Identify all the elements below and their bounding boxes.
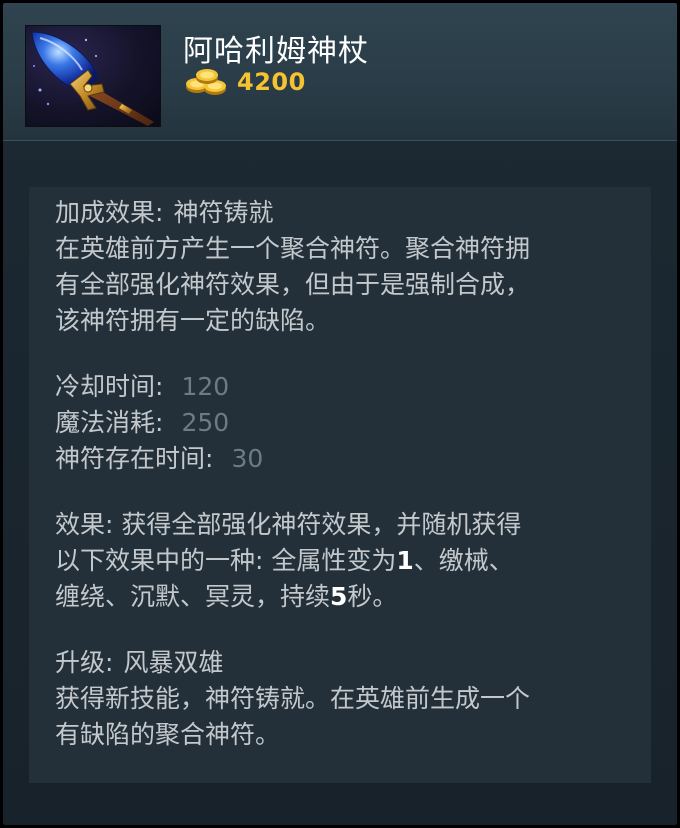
effect-line: 缠绕、沉默、冥灵，持续5秒。 xyxy=(55,579,645,615)
effect-highlight-number: 5 xyxy=(330,582,348,611)
description-panel: 加成效果: 神符铸就 在英雄前方产生一个聚合神符。聚合神符拥 有全部强化神符效果，… xyxy=(29,187,651,783)
bonus-heading: 加成效果: 神符铸就 xyxy=(55,195,645,231)
stat-row-rune-duration: 神符存在时间: 30 xyxy=(55,441,645,477)
gold-coins-icon xyxy=(183,67,231,97)
stat-row-cooldown: 冷却时间: 120 xyxy=(55,369,645,405)
bonus-desc-line: 在英雄前方产生一个聚合神符。聚合神符拥 xyxy=(55,234,531,263)
stat-value: 120 xyxy=(181,372,230,401)
effect-text: 以下效果中的一种: 全属性变为 xyxy=(55,546,397,575)
item-cost-value: 4200 xyxy=(237,68,306,96)
effect-text: 缠绕、沉默、冥灵，持续 xyxy=(55,582,331,611)
stat-label: 冷却时间: xyxy=(55,372,164,401)
bonus-ability-name: 神符铸就 xyxy=(173,198,274,227)
effect-line: 效果: 获得全部强化神符效果，并随机获得 xyxy=(55,510,522,539)
stat-value: 250 xyxy=(181,408,230,437)
stat-value: 30 xyxy=(231,444,264,473)
upgrade-desc-line: 获得新技能，神符铸就。在英雄前生成一个 xyxy=(55,684,531,713)
upgrade-label: 升级: xyxy=(55,648,114,677)
description-text: 加成效果: 神符铸就 在英雄前方产生一个聚合神符。聚合神符拥 有全部强化神符效果，… xyxy=(55,195,645,753)
upgrade-heading: 升级: 风暴双雄 xyxy=(55,645,645,681)
stat-label: 神符存在时间: xyxy=(55,444,214,473)
bonus-desc-line: 该神符拥有一定的缺陷。 xyxy=(55,306,331,335)
effect-highlight-number: 1 xyxy=(396,546,414,575)
stat-label: 魔法消耗: xyxy=(55,408,164,437)
bonus-label: 加成效果: xyxy=(55,198,164,227)
aghanims-scepter-icon xyxy=(25,25,161,127)
effect-text: 、缴械、 xyxy=(413,546,514,575)
upgrade-desc-line: 有缺陷的聚合神符。 xyxy=(55,720,281,749)
stat-row-mana-cost: 魔法消耗: 250 xyxy=(55,405,645,441)
effect-line: 以下效果中的一种: 全属性变为1、缴械、 xyxy=(55,543,645,579)
item-tooltip: 阿哈利姆神杖 4200 加成效果: 神符铸就 在英雄前方产生一个聚合神符。聚合神… xyxy=(3,3,677,825)
bonus-desc-line: 有全部强化神符效果，但由于是强制合成， xyxy=(55,270,531,299)
effect-text: 秒。 xyxy=(347,582,398,611)
tooltip-header: 阿哈利姆神杖 4200 xyxy=(3,3,677,141)
upgrade-ability-name: 风暴双雄 xyxy=(123,648,224,677)
item-name: 阿哈利姆神杖 xyxy=(183,34,369,69)
